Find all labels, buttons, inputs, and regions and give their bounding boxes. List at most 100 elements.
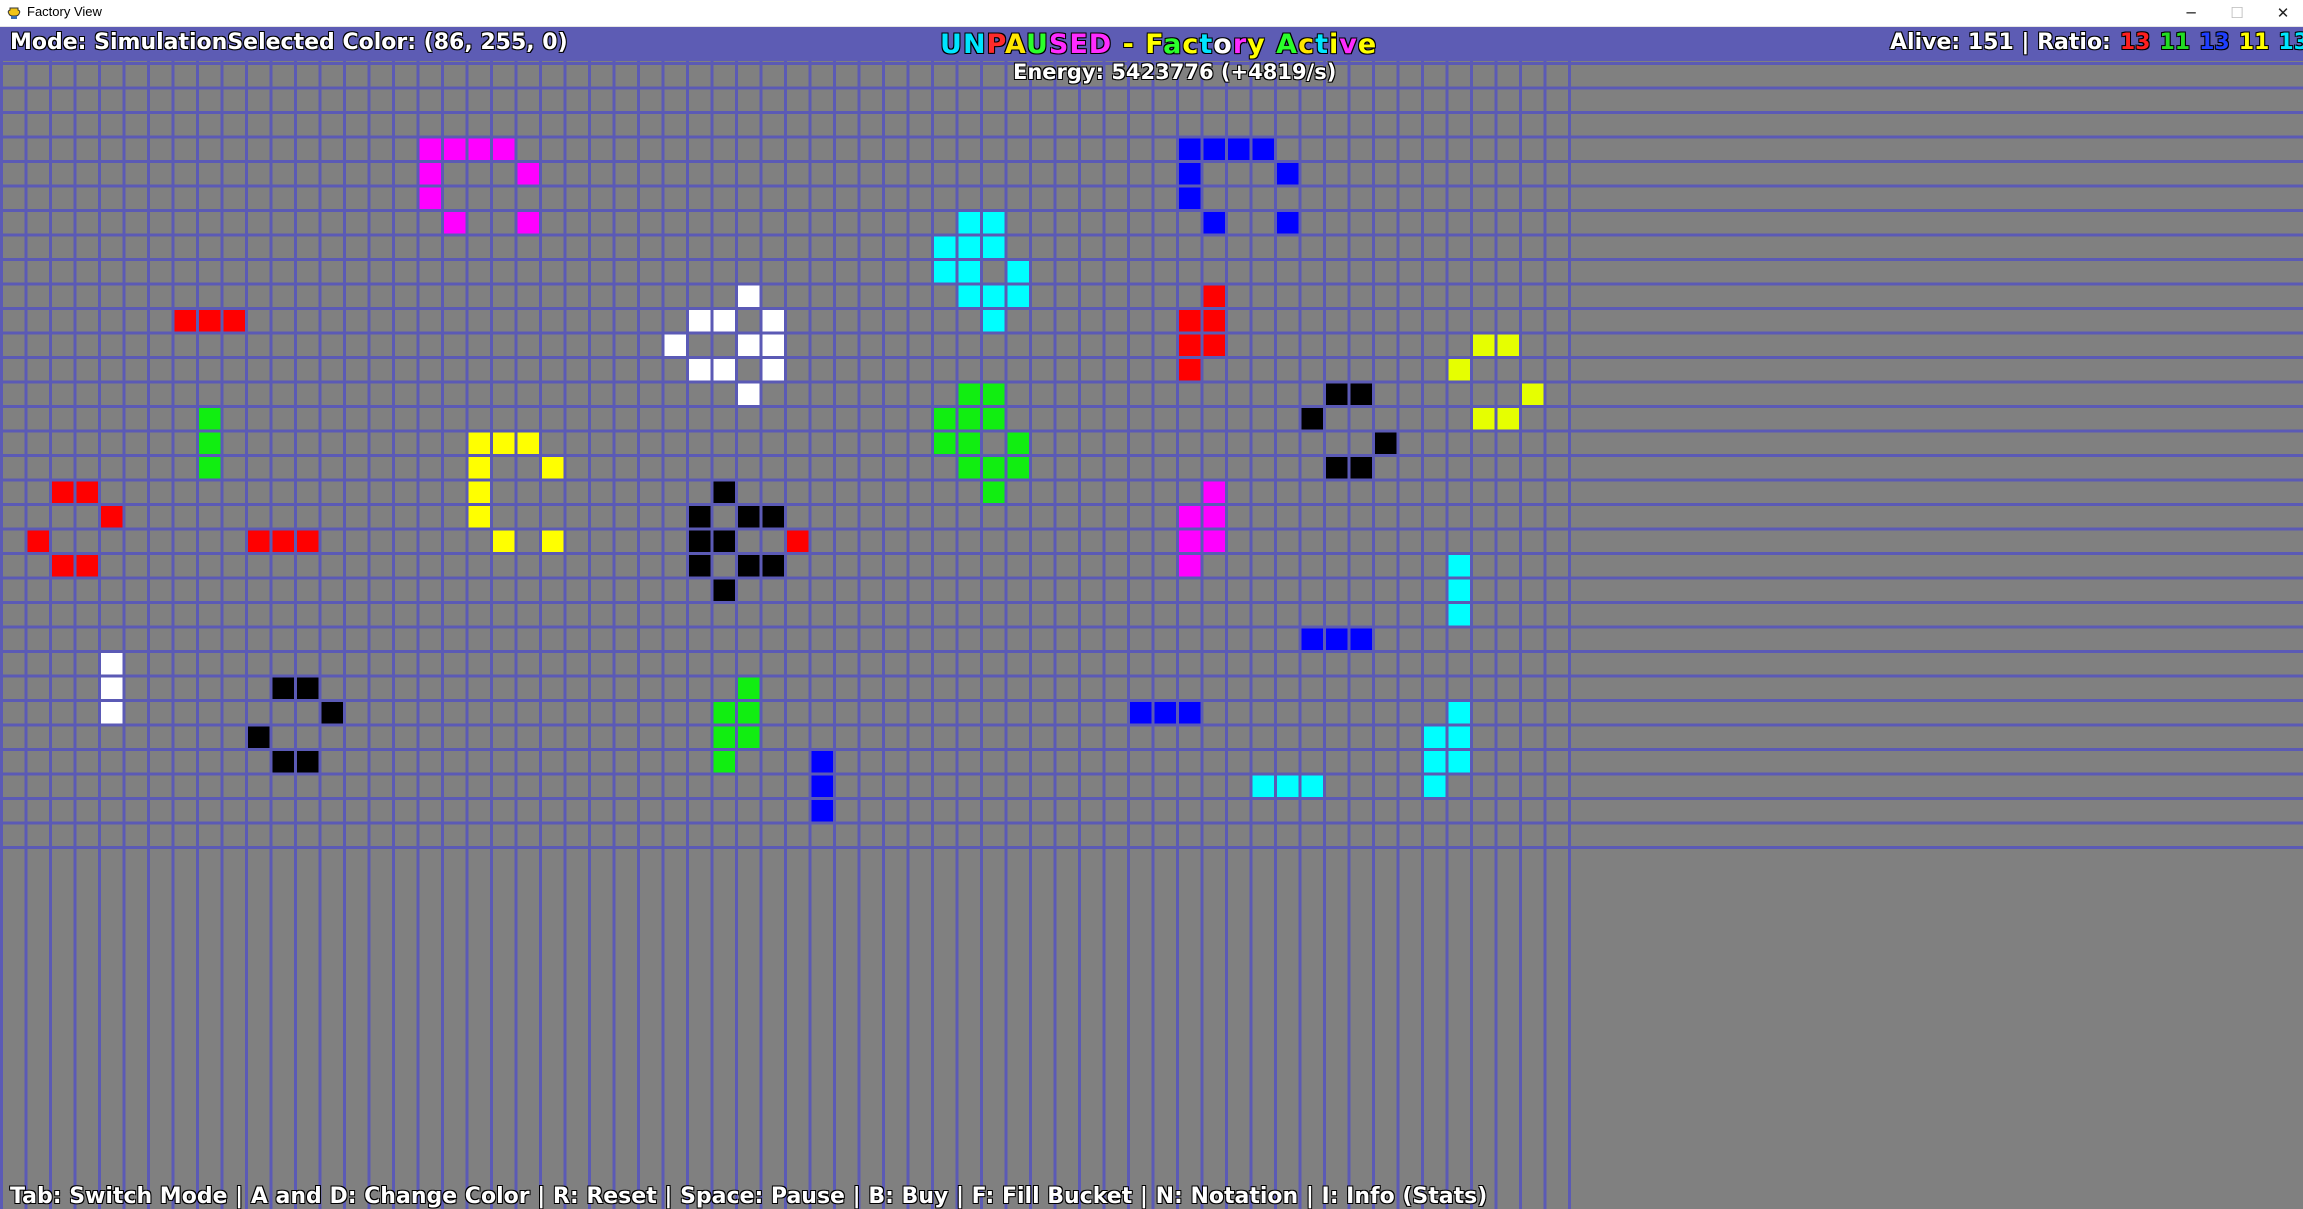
live-cell-red[interactable] — [199, 310, 221, 332]
live-cell-green[interactable] — [1007, 457, 1030, 479]
live-cell-black[interactable] — [248, 726, 270, 749]
live-cell-cyan[interactable] — [1424, 726, 1446, 749]
live-cell-red[interactable] — [297, 530, 319, 553]
live-cell-red[interactable] — [76, 555, 99, 577]
live-cell-blue[interactable] — [1301, 628, 1324, 651]
live-cell-cyan[interactable] — [1252, 775, 1275, 798]
live-cell-green[interactable] — [738, 726, 760, 749]
live-cell-cyan[interactable] — [1448, 702, 1471, 724]
live-cell-lime-yellow[interactable] — [1497, 334, 1520, 357]
live-cell-green[interactable] — [958, 383, 981, 406]
live-cell-white[interactable] — [101, 702, 123, 724]
live-cell-blue[interactable] — [1179, 702, 1201, 724]
live-cell-cyan[interactable] — [1448, 604, 1471, 626]
live-cell-red[interactable] — [1203, 310, 1226, 332]
live-cell-cyan[interactable] — [983, 310, 1005, 332]
live-cell-red[interactable] — [1179, 359, 1201, 381]
close-button[interactable]: ✕ — [2260, 0, 2303, 26]
live-cell-cyan[interactable] — [1448, 751, 1471, 773]
live-cell-black[interactable] — [1326, 383, 1348, 406]
live-cell-white[interactable] — [738, 334, 760, 357]
live-cell-cyan[interactable] — [1448, 555, 1471, 577]
live-cell-white[interactable] — [101, 677, 123, 700]
live-cell-black[interactable] — [762, 555, 785, 577]
live-cell-green[interactable] — [983, 481, 1005, 504]
live-cell-red[interactable] — [174, 310, 197, 332]
live-cell-magenta[interactable] — [419, 187, 442, 210]
live-cell-red[interactable] — [1203, 285, 1226, 308]
live-cell-black[interactable] — [738, 555, 760, 577]
live-cell-yellow[interactable] — [542, 530, 564, 553]
live-cell-cyan[interactable] — [983, 212, 1005, 234]
live-cell-blue[interactable] — [811, 800, 834, 822]
live-cell-blue[interactable] — [1154, 702, 1177, 724]
live-cell-yellow[interactable] — [517, 432, 540, 455]
live-cell-blue[interactable] — [1350, 628, 1373, 651]
live-cell-white[interactable] — [762, 310, 785, 332]
live-cell-magenta[interactable] — [1179, 506, 1201, 528]
live-cell-cyan[interactable] — [1424, 751, 1446, 773]
live-cell-white[interactable] — [738, 383, 760, 406]
live-cell-black[interactable] — [321, 702, 344, 724]
live-cell-green[interactable] — [199, 408, 221, 430]
live-cell-magenta[interactable] — [444, 212, 466, 234]
live-cell-white[interactable] — [689, 359, 711, 381]
live-cell-red[interactable] — [52, 481, 74, 504]
live-cell-black[interactable] — [713, 530, 736, 553]
live-cell-red[interactable] — [52, 555, 74, 577]
live-cell-yellow[interactable] — [493, 432, 515, 455]
live-cell-green[interactable] — [958, 457, 981, 479]
live-cell-red[interactable] — [1179, 310, 1201, 332]
live-cell-cyan[interactable] — [1448, 726, 1471, 749]
live-cell-red[interactable] — [272, 530, 295, 553]
live-cell-blue[interactable] — [1130, 702, 1152, 724]
live-cell-green[interactable] — [738, 677, 760, 700]
live-cell-red[interactable] — [1203, 334, 1226, 357]
live-cell-black[interactable] — [1350, 383, 1373, 406]
live-cell-cyan[interactable] — [1448, 579, 1471, 602]
live-cell-blue[interactable] — [1203, 212, 1226, 234]
live-cell-magenta[interactable] — [468, 138, 491, 161]
live-cell-magenta[interactable] — [1203, 506, 1226, 528]
live-cell-red[interactable] — [223, 310, 246, 332]
live-cell-cyan[interactable] — [934, 236, 956, 259]
live-cell-red[interactable] — [787, 530, 809, 553]
live-cell-green[interactable] — [713, 702, 736, 724]
live-cell-black[interactable] — [689, 506, 711, 528]
live-cell-blue[interactable] — [1277, 163, 1299, 185]
live-cell-magenta[interactable] — [493, 138, 515, 161]
live-cell-magenta[interactable] — [517, 212, 540, 234]
live-cell-red[interactable] — [76, 481, 99, 504]
live-cell-green[interactable] — [713, 726, 736, 749]
live-cell-cyan[interactable] — [983, 236, 1005, 259]
live-cell-magenta[interactable] — [1179, 555, 1201, 577]
maximize-button[interactable]: ☐ — [2214, 0, 2260, 26]
live-cell-lime-yellow[interactable] — [1497, 408, 1520, 430]
live-cell-green[interactable] — [713, 751, 736, 773]
cell-grid[interactable] — [0, 27, 2303, 1209]
live-cell-magenta[interactable] — [419, 163, 442, 185]
live-cell-green[interactable] — [738, 702, 760, 724]
live-cell-lime-yellow[interactable] — [1522, 383, 1544, 406]
live-cell-black[interactable] — [762, 506, 785, 528]
live-cell-blue[interactable] — [1203, 138, 1226, 161]
live-cell-blue[interactable] — [1179, 187, 1201, 210]
live-cell-black[interactable] — [297, 751, 319, 773]
live-cell-white[interactable] — [713, 310, 736, 332]
live-cell-white[interactable] — [689, 310, 711, 332]
live-cell-white[interactable] — [738, 285, 760, 308]
live-cell-cyan[interactable] — [958, 212, 981, 234]
live-cell-black[interactable] — [272, 677, 295, 700]
live-cell-cyan[interactable] — [958, 236, 981, 259]
live-cell-magenta[interactable] — [1179, 530, 1201, 553]
live-cell-lime-yellow[interactable] — [1473, 334, 1495, 357]
live-cell-red[interactable] — [1179, 334, 1201, 357]
live-cell-white[interactable] — [664, 334, 687, 357]
live-cell-black[interactable] — [1326, 457, 1348, 479]
live-cell-lime-yellow[interactable] — [1473, 408, 1495, 430]
live-cell-magenta[interactable] — [444, 138, 466, 161]
live-cell-lime-yellow[interactable] — [1448, 359, 1471, 381]
live-cell-white[interactable] — [101, 653, 123, 675]
live-cell-magenta[interactable] — [1203, 481, 1226, 504]
live-cell-magenta[interactable] — [1203, 530, 1226, 553]
